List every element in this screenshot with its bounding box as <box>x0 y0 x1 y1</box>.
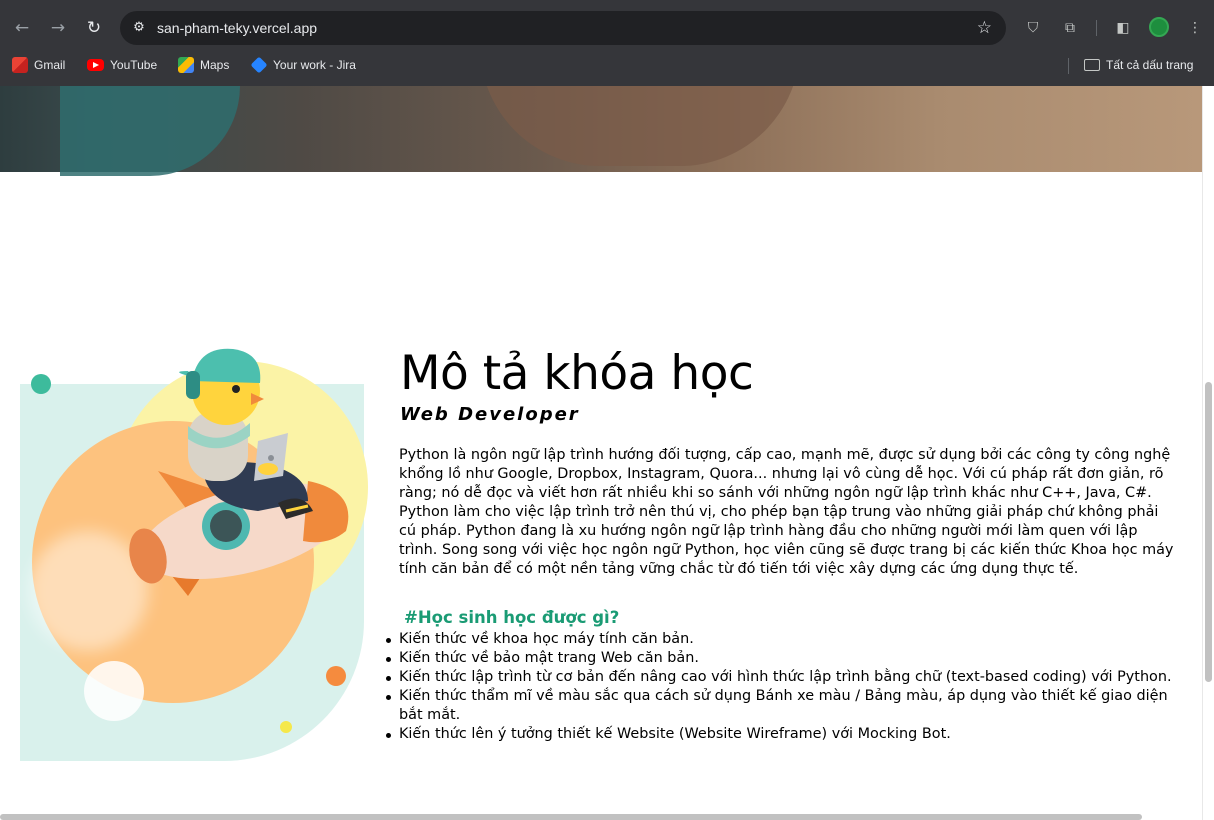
bookmark-gmail[interactable]: Gmail <box>12 56 65 74</box>
bookmark-label: Gmail <box>34 58 66 72</box>
extensions-puzzle-icon[interactable]: ⧉ <box>1060 18 1080 38</box>
side-panel-icon[interactable]: ◧ <box>1113 18 1133 38</box>
bookmark-maps[interactable]: Maps <box>178 56 229 74</box>
list-item: Kiến thức lên ý tưởng thiết kế Website (… <box>386 725 1189 744</box>
address-bar[interactable]: ⚙ san-pham-teky.vercel.app ☆ <box>120 11 1006 45</box>
menu-kebab-icon[interactable]: ⋮ <box>1185 18 1205 38</box>
all-bookmarks-label: Tất cả dấu trang <box>1106 58 1194 72</box>
rocket-chick-icon <box>129 348 349 596</box>
reload-button[interactable]: ↻ <box>82 16 106 40</box>
bookmarks-bar: Gmail YouTube Maps Your work - Jira Tất … <box>0 52 1214 78</box>
hero-image-detail <box>60 86 240 176</box>
all-bookmarks-button[interactable]: Tất cả dấu trang <box>1084 56 1193 74</box>
section-subtitle: Web Developer <box>400 404 580 425</box>
illustration-dot <box>31 374 51 394</box>
list-item: Kiến thức thẩm mĩ về màu sắc qua cách sử… <box>386 687 1189 725</box>
illustration-dot <box>326 666 346 686</box>
bookmark-label: YouTube <box>110 58 158 72</box>
forward-button[interactable]: → <box>46 16 70 40</box>
hero-image-detail <box>480 86 800 166</box>
url-text[interactable]: san-pham-teky.vercel.app <box>157 19 317 37</box>
folder-icon <box>1084 59 1100 71</box>
back-button[interactable]: ← <box>10 16 34 40</box>
bookmark-youtube[interactable]: YouTube <box>87 56 157 74</box>
toolbar-divider <box>1096 20 1097 36</box>
illustration-cloud <box>84 661 144 721</box>
bookmark-label: Your work - Jira <box>273 58 356 72</box>
browser-chrome: ← → ↻ ⚙ san-pham-teky.vercel.app ☆ ⛉ ⧉ ◧… <box>0 0 1214 86</box>
jira-icon <box>250 56 268 74</box>
bookmark-star-icon[interactable]: ☆ <box>977 17 992 39</box>
browser-toolbar: ← → ↻ ⚙ san-pham-teky.vercel.app ☆ ⛉ ⧉ ◧… <box>0 8 1214 48</box>
maps-icon <box>178 57 194 73</box>
vertical-scrollbar-thumb[interactable] <box>1205 382 1212 682</box>
learning-goals-heading: #Học sinh học được gì? <box>404 608 620 627</box>
bookmark-label: Maps <box>200 58 230 72</box>
bookmark-jira[interactable]: Your work - Jira <box>250 56 356 74</box>
site-info-icon[interactable]: ⚙ <box>130 19 148 37</box>
profile-avatar[interactable] <box>1149 17 1169 37</box>
course-illustration <box>18 341 378 771</box>
list-item: Kiến thức về khoa học máy tính căn bản. <box>386 630 1189 649</box>
bookmarks-divider <box>1068 58 1069 74</box>
course-description: Python là ngôn ngữ lập trình hướng đối t… <box>399 447 1174 577</box>
hero-image-bottom <box>0 86 1202 176</box>
horizontal-scrollbar-thumb[interactable] <box>0 814 1142 820</box>
learning-goals-list: Kiến thức về khoa học máy tính căn bản. … <box>386 630 1189 744</box>
section-title: Mô tả khóa học <box>400 346 754 401</box>
illustration-dot <box>280 721 292 733</box>
page-viewport: Mô tả khóa học Web Developer Python là n… <box>0 86 1202 820</box>
gmail-icon <box>12 57 28 73</box>
youtube-icon <box>87 59 104 71</box>
list-item: Kiến thức về bảo mật trang Web căn bản. <box>386 649 1189 668</box>
list-item: Kiến thức lập trình từ cơ bản đến nâng c… <box>386 668 1189 687</box>
shield-extension-icon[interactable]: ⛉ <box>1023 18 1043 38</box>
